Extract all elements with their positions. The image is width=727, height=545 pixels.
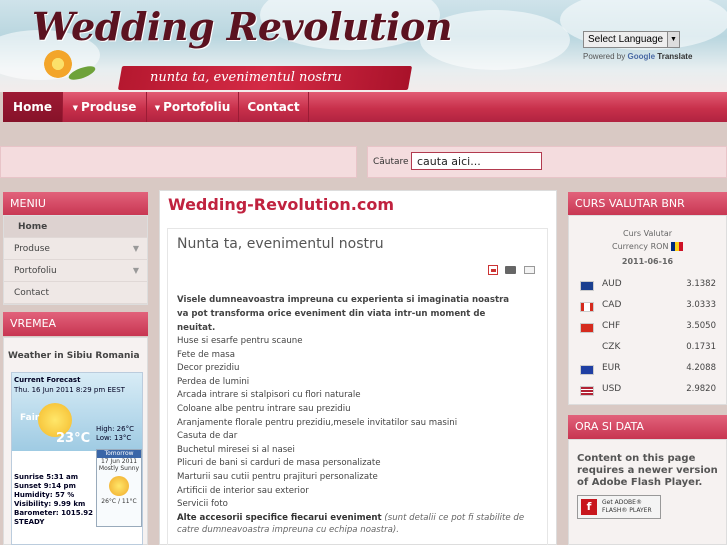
visibility: Visibility: 9.99 km [14,500,86,508]
list-item: Huse si esarfe pentru scaune [177,336,303,346]
site-tagline: nunta ta, evenimentul nostru [150,70,342,85]
weather-condition: Fair [20,413,40,423]
sidebar-item-produse[interactable]: Produse ▼ [4,238,147,260]
currency-row-aud: AUD 3.1382 [568,276,727,297]
currency-row-usd: USD 2.9820 [568,381,727,402]
australia-flag-icon [580,281,594,291]
menu-header: MENIU [3,192,148,216]
currency-row-cad: CAD 3.0333 [568,297,727,318]
list-item: Perdea de lumini [177,376,250,387]
list-item: Coloane albe pentru intrare sau prezidiu [177,403,351,414]
list-item: Buchetul miresei si al nasei [177,444,295,455]
chevron-down-icon: ▼ [132,266,139,275]
romania-flag-icon [670,242,683,251]
list-item: Aranjamente florale pentru prezidiu,mese… [177,417,458,428]
extra-note: (sunt detalii ce pot fi stabilite de [384,512,525,523]
powered-by-google: Powered by Google Translate [583,52,693,61]
caret-down-icon: ▼ [154,103,161,112]
services-list: Huse si esarfe pentru scaune Fete de mas… [177,335,537,525]
currency-subtitle: Curs Valutar [622,229,673,238]
search-bar [0,146,727,178]
weather-widget[interactable]: Current Forecast Thu. 16 Jun 2011 8:29 p… [11,372,143,545]
article-intro: Visele dumneavoastra impreuna cu experie… [177,295,510,333]
list-item: Decor prezidiu [177,363,240,374]
currency-header: CURS VALUTAR BNR [568,192,727,216]
usa-flag-icon [580,386,594,396]
time-date-header: ORA SI DATA [568,415,727,439]
sidebar-menu: Home Produse ▼ Portofoliu ▼ Contact [3,215,148,305]
humidity: Humidity: 57 % [14,491,75,499]
search-input[interactable]: cauta aici... [411,152,542,170]
list-item: Casuta de dar [177,431,238,442]
site-logo-title[interactable]: Wedding Revolution [32,4,452,49]
weather-temp: 23°C [56,431,91,446]
tomorrow-date: 17 Jun 2011 [100,458,138,465]
weather-location: Weather in Sibiu Romania [8,351,140,361]
language-select-label: Select Language [588,34,664,45]
tomorrow-forecast: Tomorrow 17 Jun 2011 Mostly Sunny 26°C /… [96,449,142,527]
nav-item-home[interactable]: Home [3,92,63,122]
tomorrow-condition: Mostly Sunny [98,465,140,472]
article-title: Nunta ta, evenimentul nostru [177,236,384,252]
sidebar-item-portofoliu[interactable]: Portofoliu ▼ [4,260,147,282]
sidebar-item-home[interactable]: Home [4,216,147,238]
weather-header: VREMEA [3,312,148,336]
search-label: Căutare [373,157,409,167]
eu-flag-icon [580,365,594,375]
barometer: Barometer: 1015.92 mb [14,509,108,517]
extra-accessories: Alte accesorii specifice fiecarui evenim… [177,512,382,523]
search-bar-left [0,146,357,178]
sidebar-item-contact[interactable]: Contact [4,282,147,304]
canada-flag-icon [580,302,594,312]
list-item: Fete de masa [177,349,236,360]
pdf-icon[interactable] [488,265,498,275]
sunrise: Sunrise 5:31 am [14,473,79,481]
chevron-down-icon: ▼ [667,32,679,47]
list-item: Artificii de interior sau exterior [177,485,309,496]
language-select[interactable]: Select Language ▼ [583,31,680,48]
site-title[interactable]: Wedding-Revolution.com [168,195,394,214]
nav-item-portofoliu[interactable]: ▼ Portofoliu [147,92,239,122]
nav-item-produse[interactable]: ▼ Produse [63,92,147,122]
currency-ron-line: Currency RON [568,242,727,251]
nav-item-contact[interactable]: Contact [239,92,309,122]
switzerland-flag-icon [580,323,594,333]
currency-row-chf: CHF 3.5050 [568,318,727,339]
list-item: Servicii foto [177,499,228,510]
extra-note-continued: catre dumneavoastra impreuna cu echipa n… [177,525,400,535]
flash-required-message: Content on this page requires a newer ve… [577,453,718,488]
sun-icon [109,476,129,496]
flower-icon [44,50,72,78]
flash-icon: f [581,499,597,515]
caret-down-icon: ▼ [72,103,78,112]
list-item-extra: Alte accesorii specifice fiecarui evenim… [177,512,537,526]
current-forecast-label: Current Forecast [14,376,81,384]
google-logo: Google [627,52,656,61]
weather-high: High: 26°C [96,425,134,433]
currency-date: 2011-06-16 [621,257,674,266]
weather-low: Low: 13°C [96,434,132,442]
tomorrow-temps: 26°C / 11°C [101,498,137,505]
email-icon[interactable] [524,266,535,274]
print-icon[interactable] [505,266,516,274]
list-item: Arcada intrare si stalpisori cu flori na… [177,390,361,401]
currency-row-czk: CZK 0.1731 [602,342,716,352]
translate-link[interactable]: Translate [657,52,692,61]
tomorrow-label: Tomorrow [97,450,141,458]
sunset: Sunset 9:14 pm [14,482,76,490]
currency-row-eur: EUR 4.2088 [568,360,727,381]
list-item: Plicuri de bani si carduri de masa perso… [177,458,381,469]
forecast-date: Thu. 16 Jun 2011 8:29 pm EEST [14,386,125,394]
chevron-down-icon: ▼ [132,244,139,253]
pressure-trend: STEADY [14,518,45,526]
list-item: Marturii sau cutii pentru prajituri pers… [177,471,378,482]
main-nav: Home ▼ Produse ▼ Portofoliu Contact [3,92,727,122]
get-flash-player-button[interactable]: f Get ADOBE® FLASH® PLAYER [577,495,661,519]
